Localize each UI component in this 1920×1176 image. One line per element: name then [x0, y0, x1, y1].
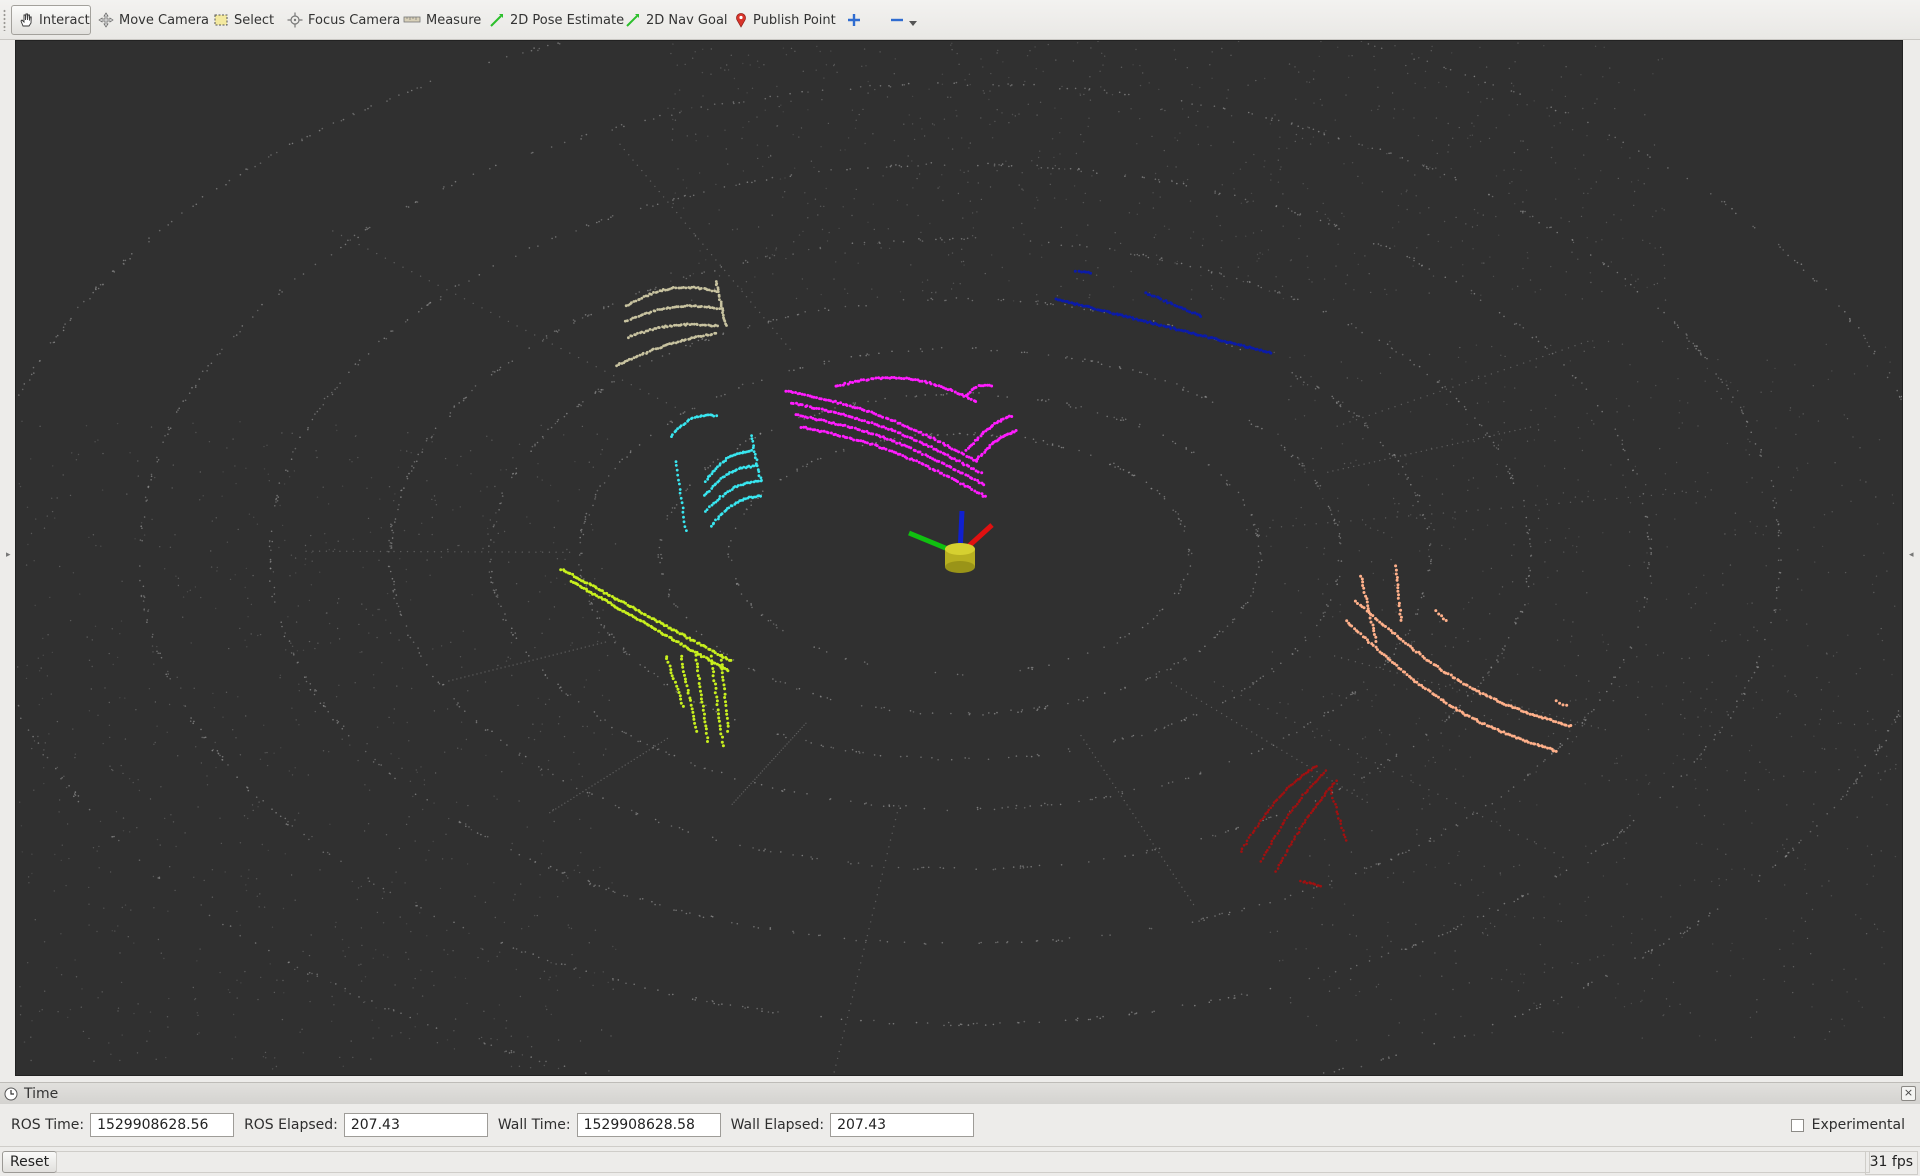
- expand-left-icon: ▸: [6, 550, 11, 560]
- time-panel-title: Time: [24, 1085, 59, 1102]
- reset-button[interactable]: Reset: [2, 1151, 58, 1173]
- 2d-nav-goal-tool-button[interactable]: 2D Nav Goal: [619, 5, 734, 35]
- status-bar: Reset 31 fps: [0, 1146, 1920, 1176]
- tools-toolbar: Interact Move Camera Select Focus Camera…: [0, 0, 1920, 40]
- ros-time-field[interactable]: [90, 1113, 235, 1137]
- point-cloud-scene[interactable]: [16, 41, 1902, 1075]
- publish-point-tool-button[interactable]: Publish Point: [728, 5, 842, 35]
- pose-arrow-icon: [490, 14, 503, 27]
- close-panel-button[interactable]: ×: [1901, 1086, 1916, 1101]
- wall-time-field[interactable]: [576, 1113, 721, 1137]
- time-panel-header: Time ×: [0, 1082, 1920, 1104]
- 3d-render-viewport[interactable]: [15, 40, 1903, 1076]
- ros-elapsed-label: ROS Elapsed:: [244, 1117, 338, 1133]
- publish-point-label: Publish Point: [753, 12, 836, 28]
- add-tool-button[interactable]: [841, 5, 867, 35]
- select-icon: [214, 14, 228, 26]
- object-point-clouds: [559, 269, 1573, 888]
- nav-goal-arrow-icon: [626, 14, 639, 27]
- move-camera-icon: [98, 12, 114, 28]
- select-label: Select: [234, 12, 275, 28]
- nav-goal-label: 2D Nav Goal: [646, 12, 728, 28]
- measure-tool-button[interactable]: Measure: [397, 5, 487, 35]
- toolbar-grip[interactable]: [3, 9, 6, 31]
- minus-icon: [891, 18, 903, 22]
- 2d-pose-estimate-tool-button[interactable]: 2D Pose Estimate: [483, 5, 630, 35]
- experimental-label: Experimental: [1811, 1117, 1905, 1133]
- remove-tool-button[interactable]: [884, 5, 923, 35]
- focus-camera-icon: [287, 12, 303, 28]
- focus-camera-tool-button[interactable]: Focus Camera: [281, 5, 406, 35]
- clock-icon: [4, 1087, 18, 1100]
- plus-icon: [848, 14, 860, 26]
- status-message: [56, 1151, 1870, 1173]
- right-dock-handle[interactable]: ◂: [1905, 40, 1920, 1076]
- left-dock-handle[interactable]: ▸: [0, 40, 15, 1076]
- time-panel-row: ROS Time: ROS Elapsed: Wall Time: Wall E…: [0, 1104, 1920, 1146]
- map-pin-icon: [736, 13, 746, 28]
- wall-elapsed-label: Wall Elapsed:: [730, 1117, 825, 1133]
- expand-right-icon: ◂: [1909, 550, 1914, 560]
- hand-icon: [20, 13, 32, 27]
- measure-label: Measure: [426, 12, 482, 28]
- move-camera-tool-button[interactable]: Move Camera: [92, 5, 215, 35]
- interact-tool-button[interactable]: Interact: [11, 5, 91, 35]
- close-icon: ×: [1903, 1086, 1914, 1099]
- base-link-axes: [908, 510, 994, 573]
- fps-indicator: 31 fps: [1864, 1151, 1918, 1175]
- pose-estimate-label: 2D Pose Estimate: [510, 12, 625, 28]
- focus-camera-label: Focus Camera: [308, 12, 401, 28]
- wall-time-label: Wall Time:: [497, 1117, 571, 1133]
- move-camera-label: Move Camera: [119, 12, 210, 28]
- experimental-checkbox[interactable]: [1790, 1118, 1804, 1132]
- ros-elapsed-field[interactable]: [343, 1113, 488, 1137]
- ros-time-label: ROS Time:: [11, 1117, 85, 1133]
- ruler-icon: [403, 16, 421, 23]
- wall-elapsed-field[interactable]: [830, 1113, 975, 1137]
- interact-label: Interact: [39, 12, 90, 28]
- select-tool-button[interactable]: Select: [207, 5, 280, 35]
- chevron-down-icon: [909, 21, 917, 26]
